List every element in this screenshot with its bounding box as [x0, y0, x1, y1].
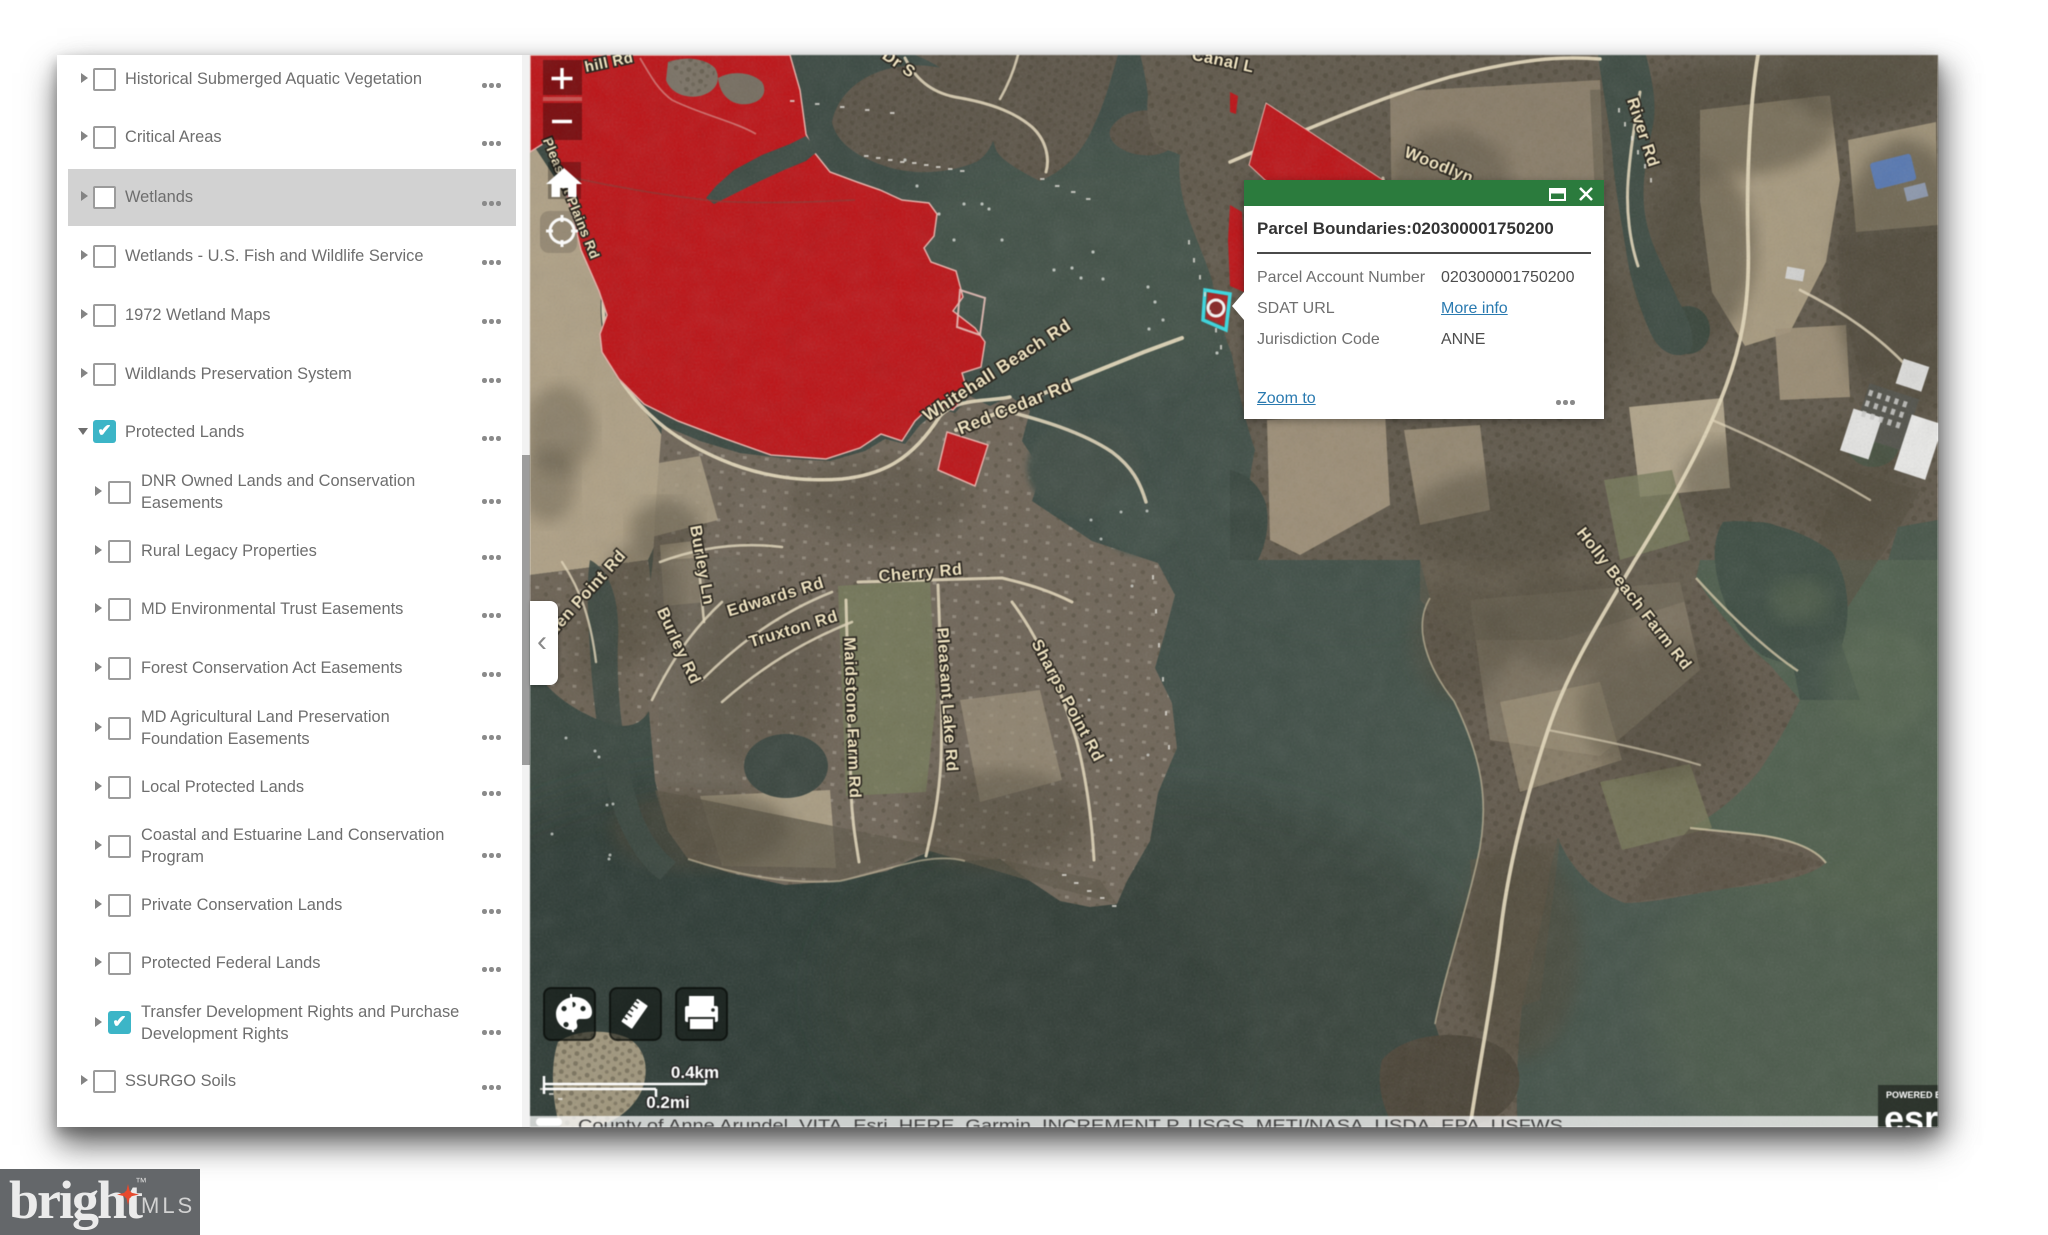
svg-text:0.2mi: 0.2mi — [646, 1093, 689, 1112]
svg-text:esri: esri — [1884, 1098, 1938, 1127]
svg-text:0.4km: 0.4km — [671, 1063, 719, 1082]
svg-text:County of Anne Arundel, VITA,: County of Anne Arundel, VITA, Esri, HERE… — [578, 1116, 1563, 1127]
